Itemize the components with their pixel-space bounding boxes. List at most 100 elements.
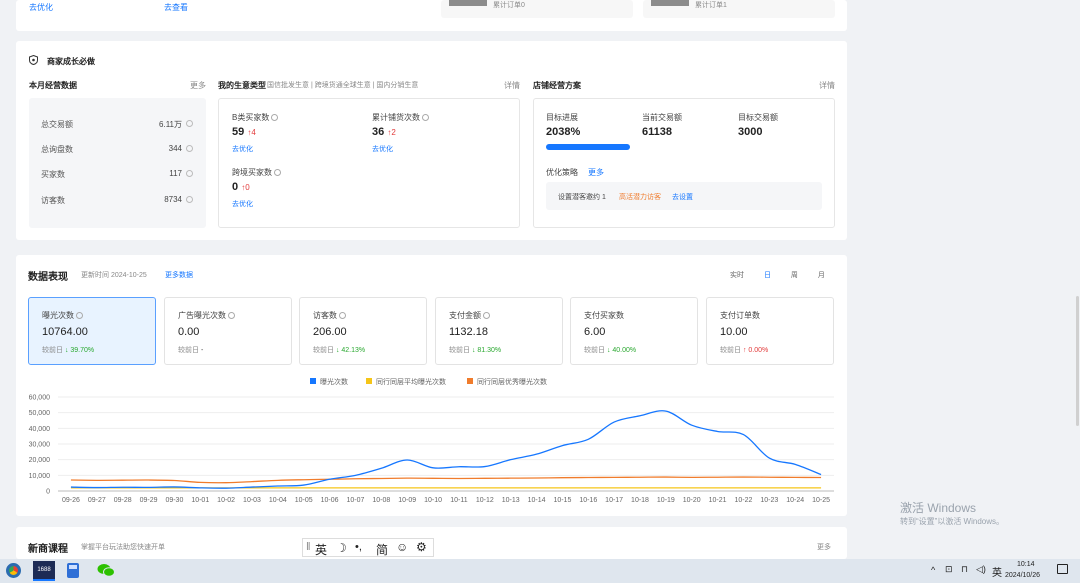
x-tick-label: 09-26	[62, 497, 80, 504]
growth-title: 商家成长必做	[47, 57, 95, 66]
x-tick-label: 10-22	[735, 497, 753, 504]
clock-time[interactable]: 10:14	[1017, 561, 1035, 568]
x-tick-label: 10-04	[269, 497, 287, 504]
tab-day[interactable]: 日	[764, 272, 771, 279]
biz-item-0-value: 59 ↑4	[232, 126, 256, 138]
biz-item-1-label: 累计铺货次数	[372, 112, 429, 123]
product-card-b[interactable]: 累计订单1	[643, 0, 835, 18]
browser-icon[interactable]	[6, 563, 21, 578]
biz-item-2-action[interactable]: 去优化	[232, 199, 253, 209]
tab-realtime[interactable]: 实时	[730, 272, 744, 279]
period-tabs: 实时 日 周 月	[712, 270, 825, 280]
moon-icon[interactable]: ☽	[336, 541, 347, 555]
volume-icon[interactable]: ◁)	[976, 564, 986, 575]
x-tick-label: 10-24	[786, 497, 804, 504]
x-tick-label: 10-20	[683, 497, 701, 504]
legend-label-1: 同行同层平均曝光次数	[376, 377, 446, 386]
plan-detail-link[interactable]: 详情	[819, 80, 835, 91]
ime-grip[interactable]: ‖	[306, 541, 311, 553]
metric-card-3[interactable]: 支付金额 1132.18 较前日 ↓ 81.30%	[435, 297, 563, 365]
app-1688-icon[interactable]: 1688	[33, 561, 55, 581]
x-tick-label: 10-08	[372, 497, 390, 504]
x-tick-label: 10-11	[450, 497, 467, 504]
series-line-2	[70, 476, 822, 484]
biz-item-2-label: 跨境买家数	[232, 167, 281, 178]
calculator-icon[interactable]	[67, 563, 79, 578]
biz-item-1-action[interactable]: 去优化	[372, 144, 393, 154]
shield-icon	[29, 54, 38, 66]
ime-simp-toggle[interactable]: 简	[376, 541, 388, 558]
metric-card-4[interactable]: 支付买家数 6.00 较前日 ↓ 40.00%	[570, 297, 698, 365]
order-count-a: 累计订单0	[493, 2, 525, 9]
info-icon	[186, 170, 193, 177]
legend-swatch-2	[467, 378, 473, 384]
network-icon[interactable]: ⊡	[945, 564, 953, 575]
taskbar-lang[interactable]: 英	[992, 564, 1002, 579]
x-tick-label: 10-07	[347, 497, 365, 504]
biz-subtitle: 国信批发生意 | 跨境货通全球生意 | 国内分销生意	[267, 82, 419, 89]
plan-panel: 目标进展 2038% 当前交易额 61138 目标交易额 3000 优化策略 更…	[533, 98, 835, 228]
order-count-b: 累计订单1	[695, 2, 727, 9]
view-link-top[interactable]: 去查看	[164, 2, 188, 13]
y-tick-label: 10,000	[29, 473, 51, 480]
monthly-panel: 总交易额 6.11万 总询盘数 344 买家数 117 访客数 8734	[29, 98, 206, 228]
stat-row-0: 总交易额 6.11万	[29, 119, 206, 131]
emoji-icon[interactable]: ☺	[396, 540, 408, 554]
task-action-link[interactable]: 去设置	[672, 192, 693, 202]
help-icon	[274, 169, 281, 176]
progress-bar-fill	[546, 144, 630, 150]
help-icon	[271, 114, 279, 121]
product-thumb-b	[651, 0, 689, 6]
stat-row-3: 访客数 8734	[29, 195, 206, 207]
help-icon	[339, 312, 346, 319]
help-icon	[422, 114, 429, 121]
y-tick-label: 40,000	[29, 426, 51, 433]
gear-icon[interactable]: ⚙	[416, 540, 427, 554]
top-card: 去优化 去查看 累计订单0 累计订单1	[16, 0, 847, 31]
optimize-link-top[interactable]: 去优化	[29, 2, 53, 13]
course-subtitle: 掌握平台玩法助您快速开单	[81, 544, 165, 551]
x-tick-label: 10-23	[760, 497, 778, 504]
tab-month[interactable]: 月	[818, 272, 825, 279]
notification-icon[interactable]	[1057, 564, 1068, 574]
clock-date[interactable]: 2024/10/26	[1005, 572, 1040, 579]
wechat-icon[interactable]	[97, 563, 115, 578]
metric-card-1[interactable]: 广告曝光次数 0.00 较前日 -	[164, 297, 292, 365]
course-title: 新商课程	[28, 544, 68, 555]
help-icon	[483, 312, 490, 319]
metric-card-2[interactable]: 访客数 206.00 较前日 ↓ 42.13%	[299, 297, 427, 365]
y-tick-label: 20,000	[29, 457, 51, 464]
x-tick-label: 10-17	[605, 497, 623, 504]
metric-card-5[interactable]: 支付订单数 10.00 较前日 ↑ 0.00%	[706, 297, 834, 365]
tab-week[interactable]: 周	[791, 272, 798, 279]
x-tick-label: 10-18	[631, 497, 649, 504]
biz-item-0-action[interactable]: 去优化	[232, 144, 253, 154]
target-value: 3000	[738, 126, 763, 138]
product-card-a[interactable]: 累计订单0	[441, 0, 633, 18]
biz-item-1-value: 36 ↑2	[372, 126, 396, 138]
biz-detail-link[interactable]: 详情	[504, 80, 520, 91]
legend-swatch-1	[366, 378, 372, 384]
perf-updated: 更新时间 2024-10-25	[81, 272, 147, 279]
biz-title: 我的生意类型	[218, 81, 266, 90]
x-tick-label: 10-03	[243, 497, 261, 504]
task-tag: 高活潜力访客	[619, 194, 661, 201]
activation-watermark-text: 转到“设置”以激活 Windows。	[900, 517, 1005, 526]
monthly-more-link[interactable]: 更多	[190, 80, 206, 91]
wifi-icon[interactable]: ⊓	[961, 564, 968, 575]
page-scrollbar[interactable]	[1076, 296, 1079, 426]
more-data-link[interactable]: 更多数据	[165, 270, 193, 280]
windows-taskbar: 1688 ^ ⊡ ⊓ ◁) 英 10:14 2024/10/26	[0, 559, 1080, 583]
course-more-link[interactable]: 更多	[817, 542, 831, 552]
legend-swatch-0	[310, 378, 316, 384]
x-tick-label: 10-21	[709, 497, 727, 504]
chevron-up-icon[interactable]: ^	[931, 565, 935, 575]
ime-punct-toggle[interactable]: •,	[355, 541, 362, 553]
y-tick-label: 30,000	[29, 442, 51, 449]
x-tick-label: 10-02	[217, 497, 235, 504]
metric-card-0[interactable]: 曝光次数 10764.00 较前日 ↓ 39.70%	[28, 297, 156, 365]
strategy-more-link[interactable]: 更多	[588, 167, 604, 178]
ime-lang-toggle[interactable]: 英	[315, 541, 327, 558]
exposure-line-chart: 曝光次数 同行同层平均曝光次数 同行同层优秀曝光次数 0 10,000 20,000 30…	[29, 377, 834, 504]
x-tick-label: 09-28	[114, 497, 132, 504]
